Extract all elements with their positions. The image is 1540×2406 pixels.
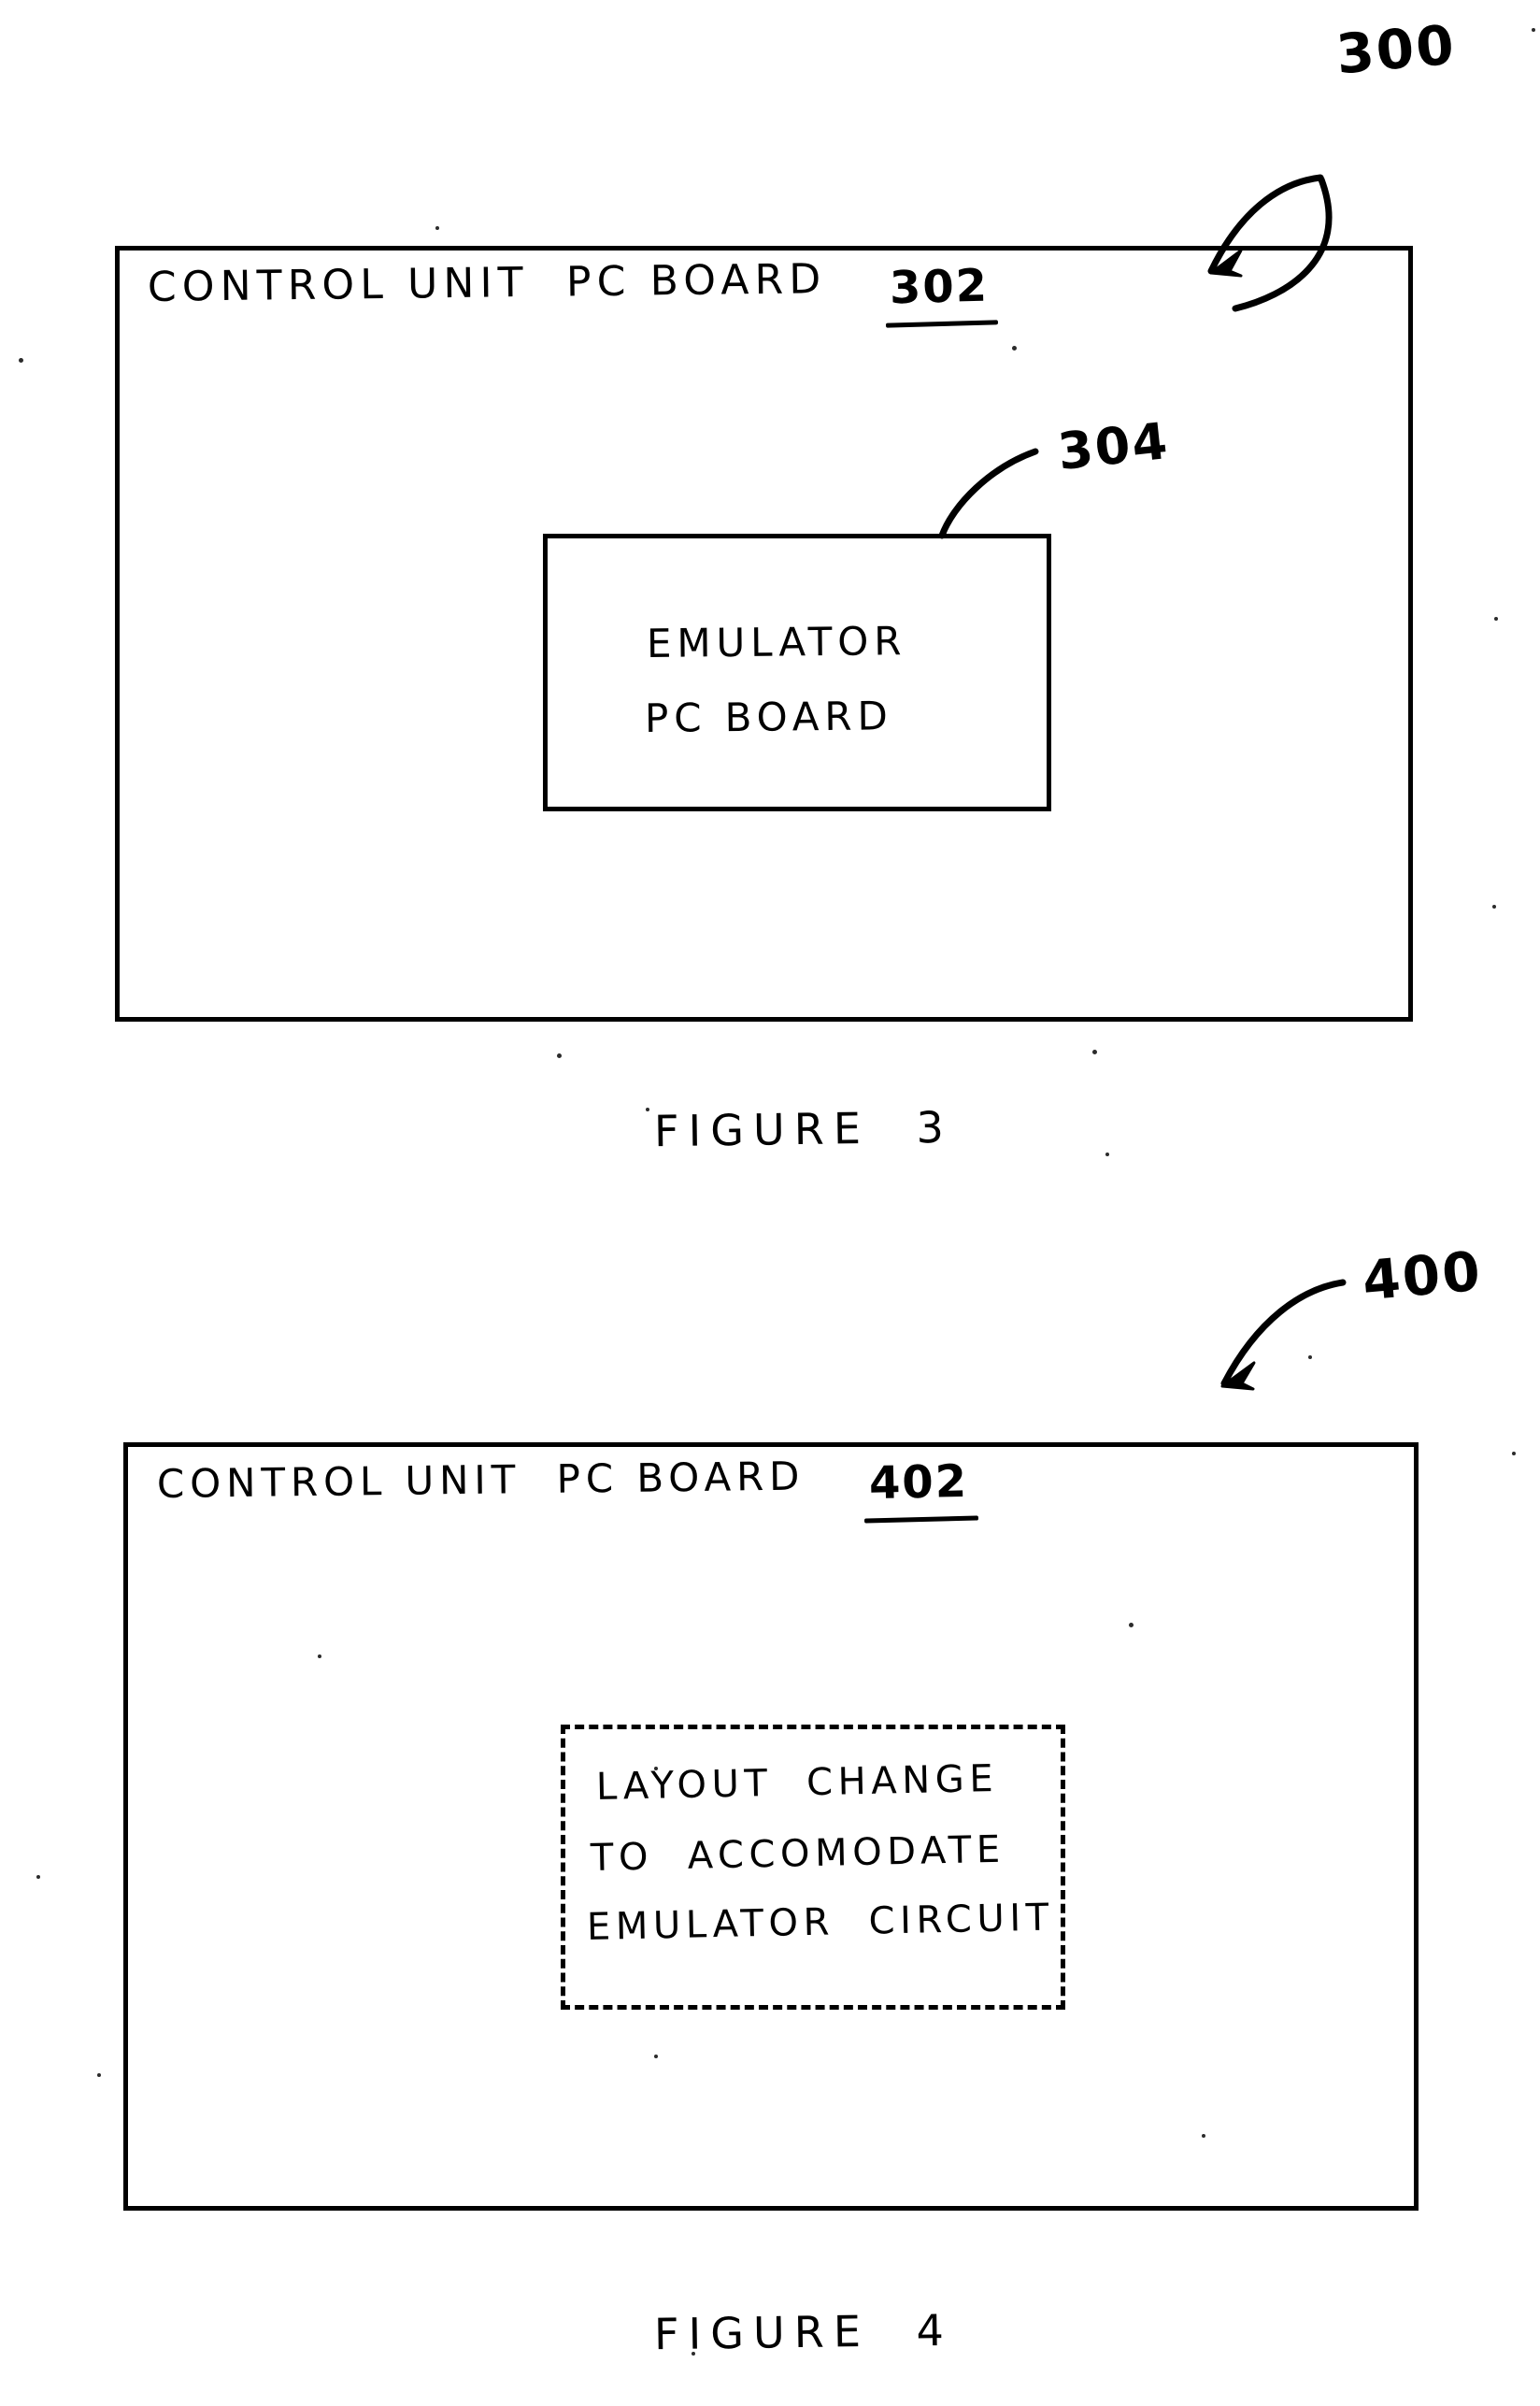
speckle <box>1129 1623 1134 1627</box>
speckle <box>1308 1355 1312 1359</box>
speckle <box>435 226 439 230</box>
speckle <box>557 1053 562 1058</box>
speckle <box>1532 28 1535 32</box>
speckle <box>318 1654 321 1658</box>
speckle <box>1012 346 1017 351</box>
speckle <box>97 2073 101 2077</box>
speckle <box>36 1875 40 1879</box>
drawing-sheet: 300 CONTROL UNIT PC BOARD 302 304 EMULAT… <box>0 0 1540 2406</box>
speckle <box>1202 2134 1205 2138</box>
speckle <box>692 2352 695 2356</box>
scan-speckles <box>0 0 1540 2406</box>
speckle <box>1092 1050 1097 1054</box>
speckle <box>654 1767 658 1770</box>
speckle <box>1105 1153 1109 1156</box>
speckle <box>646 1108 649 1111</box>
speckle <box>1494 617 1498 621</box>
speckle <box>1492 905 1496 909</box>
speckle <box>654 2055 658 2058</box>
speckle <box>19 358 23 363</box>
speckle <box>1512 1452 1516 1455</box>
